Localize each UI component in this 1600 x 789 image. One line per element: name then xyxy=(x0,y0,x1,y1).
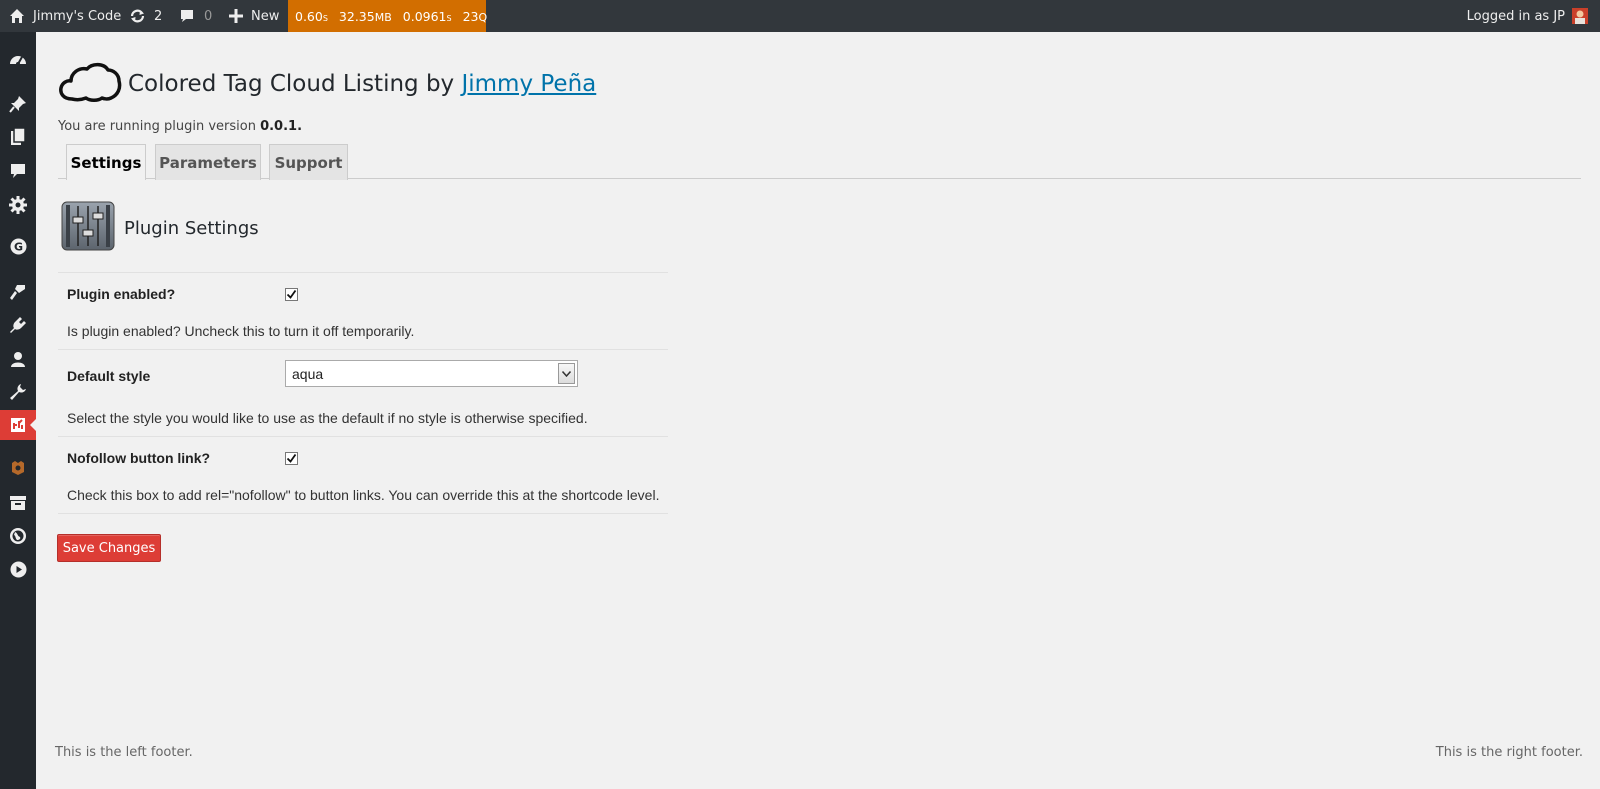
admin-sidebar: G xyxy=(0,32,36,789)
author-link[interactable]: Jimmy Peña xyxy=(461,71,596,97)
globe-icon[interactable] xyxy=(0,521,36,551)
updates-count: 2 xyxy=(154,8,163,24)
pages-icon[interactable] xyxy=(0,122,36,152)
checkmark-icon xyxy=(286,289,297,299)
version-notice: You are running plugin version 0.0.1. xyxy=(58,119,303,134)
nav-tabs: Settings Parameters Support xyxy=(58,144,1581,180)
enabled-description: Is plugin enabled? Uncheck this to turn … xyxy=(67,323,415,339)
site-name: Jimmy's Code xyxy=(33,8,122,24)
updates-link[interactable]: 2 xyxy=(129,0,162,32)
checkmark-icon xyxy=(286,453,297,463)
query-monitor-stats[interactable]: 0.60s 32.35MB 0.0961s 23Q xyxy=(288,0,488,32)
settings-heading: Plugin Settings xyxy=(60,200,259,256)
page-header: Colored Tag Cloud Listing by Jimmy Peña xyxy=(58,62,596,106)
svg-text:G: G xyxy=(13,240,22,253)
updates-refresh-icon xyxy=(129,8,146,24)
play-icon[interactable] xyxy=(0,554,36,584)
new-label: New xyxy=(251,8,280,24)
footer-right: This is the right footer. xyxy=(1435,745,1583,760)
default-style-select[interactable]: aqua xyxy=(285,360,578,387)
save-changes-button[interactable]: Save Changes xyxy=(57,534,161,562)
tab-support[interactable]: Support xyxy=(269,144,348,180)
settings-title: Plugin Settings xyxy=(124,217,259,239)
form-row-nofollow: Nofollow button link? Check this box to … xyxy=(58,436,668,514)
query-count: 23Q xyxy=(462,8,488,24)
site-name-link[interactable]: Jimmy's Code xyxy=(9,0,121,32)
new-content-link[interactable]: New xyxy=(229,0,279,32)
footer-left: This is the left footer. xyxy=(55,745,193,760)
comments-link[interactable]: 0 xyxy=(179,0,212,32)
query-time: 0.0961s xyxy=(402,8,452,24)
main-content: Colored Tag Cloud Listing by Jimmy Peña … xyxy=(36,32,1600,789)
memory-usage: 32.35MB xyxy=(338,8,392,24)
tab-parameters[interactable]: Parameters xyxy=(155,144,261,180)
colored-tag-cloud-icon[interactable] xyxy=(0,410,36,440)
appearance-brush-icon[interactable] xyxy=(0,277,36,307)
comment-bubble-icon xyxy=(179,8,195,24)
comments-count: 0 xyxy=(204,8,213,24)
default-style-label: Default style xyxy=(67,368,151,384)
page-time: 0.60s xyxy=(295,8,328,24)
avatar xyxy=(1572,8,1588,24)
dashboard-icon[interactable] xyxy=(0,45,36,75)
plugins-icon[interactable] xyxy=(0,310,36,340)
comments-icon[interactable] xyxy=(0,156,36,186)
cloud-icon xyxy=(58,62,122,106)
logged-in-text: Logged in as JP xyxy=(1466,8,1565,24)
posts-pin-icon[interactable] xyxy=(0,89,36,119)
settings-gear-icon[interactable] xyxy=(0,190,36,220)
enabled-checkbox[interactable] xyxy=(285,288,298,301)
nofollow-label: Nofollow button link? xyxy=(67,450,211,466)
g-plugin-icon[interactable]: G xyxy=(0,231,36,261)
plugin-badge-icon[interactable] xyxy=(0,453,36,483)
nofollow-description: Check this box to add rel="nofollow" to … xyxy=(67,487,660,503)
my-account-link[interactable]: Logged in as JP xyxy=(1467,0,1588,32)
users-icon[interactable] xyxy=(0,344,36,374)
nofollow-checkbox[interactable] xyxy=(285,452,298,465)
plus-icon xyxy=(229,9,243,23)
tab-settings[interactable]: Settings xyxy=(66,144,146,180)
tools-wrench-icon[interactable] xyxy=(0,377,36,407)
equalizer-sliders-icon xyxy=(60,200,116,256)
default-style-description: Select the style you would like to use a… xyxy=(67,410,588,426)
home-icon xyxy=(9,8,25,24)
form-row-enabled: Plugin enabled? Is plugin enabled? Unche… xyxy=(58,272,668,349)
page-title: Colored Tag Cloud Listing by Jimmy Peña xyxy=(128,71,597,97)
version-number: 0.0.1 xyxy=(260,119,298,134)
enabled-label: Plugin enabled? xyxy=(67,286,176,302)
form-row-default-style: Default style aqua Select the style you … xyxy=(58,349,668,436)
chevron-down-icon[interactable] xyxy=(558,363,575,384)
admin-bar: Jimmy's Code 2 0 New 0.60s 32.35MB 0.096… xyxy=(0,0,1600,32)
archive-icon[interactable] xyxy=(0,488,36,518)
settings-form: Plugin enabled? Is plugin enabled? Unche… xyxy=(58,272,668,514)
default-style-value: aqua xyxy=(292,365,324,382)
